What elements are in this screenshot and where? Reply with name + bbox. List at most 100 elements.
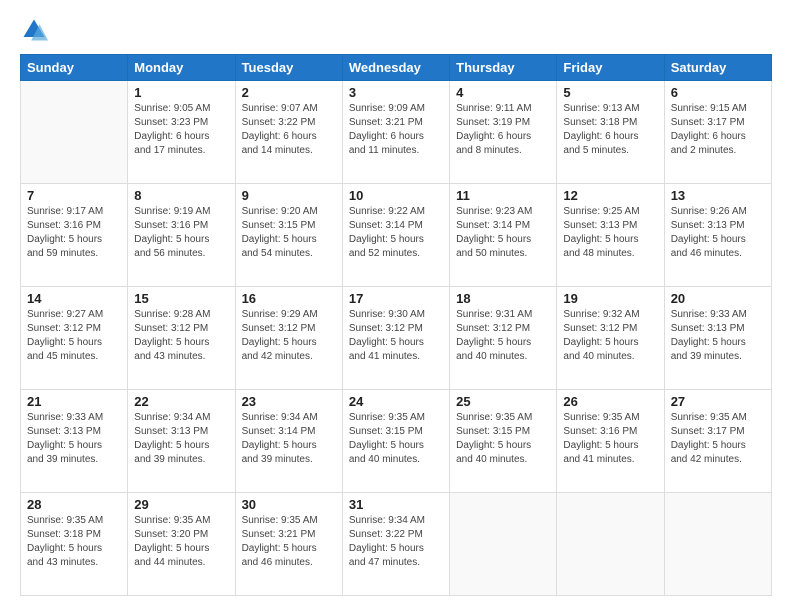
calendar-cell: 28 Sunrise: 9:35 AMSunset: 3:18 PMDayligh… bbox=[21, 493, 128, 596]
day-info: Sunrise: 9:17 AMSunset: 3:16 PMDaylight:… bbox=[27, 205, 121, 261]
day-info: Sunrise: 9:34 AMSunset: 3:13 PMDaylight:… bbox=[134, 411, 228, 467]
calendar-cell: 26 Sunrise: 9:35 AMSunset: 3:16 PMDayligh… bbox=[557, 390, 664, 493]
calendar-cell: 31 Sunrise: 9:34 AMSunset: 3:22 PMDayligh… bbox=[342, 493, 449, 596]
calendar-week-4: 28 Sunrise: 9:35 AMSunset: 3:18 PMDayligh… bbox=[21, 493, 772, 596]
day-info: Sunrise: 9:05 AMSunset: 3:23 PMDaylight:… bbox=[134, 102, 228, 158]
calendar-cell: 15Sunrise: 9:28 AMSunset: 3:12 PMDayligh… bbox=[128, 287, 235, 390]
day-info: Sunrise: 9:35 AMSunset: 3:21 PMDaylight:… bbox=[242, 514, 336, 570]
calendar-cell: 3 Sunrise: 9:09 AMSunset: 3:21 PMDaylight… bbox=[342, 81, 449, 184]
day-info: Sunrise: 9:33 AMSunset: 3:13 PMDaylight:… bbox=[671, 308, 765, 364]
calendar-cell: 24Sunrise: 9:35 AMSunset: 3:15 PMDayligh… bbox=[342, 390, 449, 493]
day-number: 14 bbox=[27, 291, 121, 306]
day-number: 17 bbox=[349, 291, 443, 306]
calendar-week-1: 7 Sunrise: 9:17 AMSunset: 3:16 PMDaylight… bbox=[21, 184, 772, 287]
calendar-cell: 8 Sunrise: 9:19 AMSunset: 3:16 PMDaylight… bbox=[128, 184, 235, 287]
calendar-week-3: 21 Sunrise: 9:33 AMSunset: 3:13 PMDayligh… bbox=[21, 390, 772, 493]
day-info: Sunrise: 9:23 AMSunset: 3:14 PMDaylight:… bbox=[456, 205, 550, 261]
day-info: Sunrise: 9:30 AMSunset: 3:12 PMDaylight:… bbox=[349, 308, 443, 364]
calendar-cell: 29 Sunrise: 9:35 AMSunset: 3:20 PMDayligh… bbox=[128, 493, 235, 596]
day-info: Sunrise: 9:13 AMSunset: 3:18 PMDaylight:… bbox=[563, 102, 657, 158]
day-number: 27 bbox=[671, 394, 765, 409]
calendar-cell bbox=[557, 493, 664, 596]
day-number: 3 bbox=[349, 85, 443, 100]
day-info: Sunrise: 9:27 AMSunset: 3:12 PMDaylight:… bbox=[27, 308, 121, 364]
day-info: Sunrise: 9:34 AMSunset: 3:14 PMDaylight:… bbox=[242, 411, 336, 467]
calendar-cell: 23 Sunrise: 9:34 AMSunset: 3:14 PMDayligh… bbox=[235, 390, 342, 493]
header-friday: Friday bbox=[557, 55, 664, 81]
calendar-cell bbox=[450, 493, 557, 596]
calendar-cell: 22 Sunrise: 9:34 AMSunset: 3:13 PMDayligh… bbox=[128, 390, 235, 493]
day-info: Sunrise: 9:32 AMSunset: 3:12 PMDaylight:… bbox=[563, 308, 657, 364]
day-number: 21 bbox=[27, 394, 121, 409]
day-info: Sunrise: 9:35 AMSunset: 3:20 PMDaylight:… bbox=[134, 514, 228, 570]
day-number: 18 bbox=[456, 291, 550, 306]
day-number: 5 bbox=[563, 85, 657, 100]
calendar-cell bbox=[664, 493, 771, 596]
calendar: SundayMondayTuesdayWednesdayThursdayFrid… bbox=[20, 54, 772, 596]
header-wednesday: Wednesday bbox=[342, 55, 449, 81]
day-number: 20 bbox=[671, 291, 765, 306]
header-thursday: Thursday bbox=[450, 55, 557, 81]
calendar-cell bbox=[21, 81, 128, 184]
day-info: Sunrise: 9:33 AMSunset: 3:13 PMDaylight:… bbox=[27, 411, 121, 467]
header bbox=[20, 16, 772, 44]
calendar-cell: 10 Sunrise: 9:22 AMSunset: 3:14 PMDayligh… bbox=[342, 184, 449, 287]
day-info: Sunrise: 9:35 AMSunset: 3:16 PMDaylight:… bbox=[563, 411, 657, 467]
day-number: 25 bbox=[456, 394, 550, 409]
calendar-week-0: 1 Sunrise: 9:05 AMSunset: 3:23 PMDaylight… bbox=[21, 81, 772, 184]
header-sunday: Sunday bbox=[21, 55, 128, 81]
day-number: 23 bbox=[242, 394, 336, 409]
calendar-cell: 12 Sunrise: 9:25 AMSunset: 3:13 PMDayligh… bbox=[557, 184, 664, 287]
day-number: 29 bbox=[134, 497, 228, 512]
calendar-cell: 17 Sunrise: 9:30 AMSunset: 3:12 PMDayligh… bbox=[342, 287, 449, 390]
calendar-cell: 14 Sunrise: 9:27 AMSunset: 3:12 PMDayligh… bbox=[21, 287, 128, 390]
day-number: 30 bbox=[242, 497, 336, 512]
day-number: 8 bbox=[134, 188, 228, 203]
day-info: Sunrise: 9:31 AMSunset: 3:12 PMDaylight:… bbox=[456, 308, 550, 364]
day-number: 16 bbox=[242, 291, 336, 306]
logo-icon bbox=[20, 16, 48, 44]
day-number: 24 bbox=[349, 394, 443, 409]
day-number: 26 bbox=[563, 394, 657, 409]
day-info: Sunrise: 9:22 AMSunset: 3:14 PMDaylight:… bbox=[349, 205, 443, 261]
day-info: Sunrise: 9:11 AMSunset: 3:19 PMDaylight:… bbox=[456, 102, 550, 158]
day-info: Sunrise: 9:25 AMSunset: 3:13 PMDaylight:… bbox=[563, 205, 657, 261]
header-saturday: Saturday bbox=[664, 55, 771, 81]
calendar-cell: 2 Sunrise: 9:07 AMSunset: 3:22 PMDaylight… bbox=[235, 81, 342, 184]
calendar-cell: 18 Sunrise: 9:31 AMSunset: 3:12 PMDayligh… bbox=[450, 287, 557, 390]
calendar-cell: 7 Sunrise: 9:17 AMSunset: 3:16 PMDaylight… bbox=[21, 184, 128, 287]
day-number: 15 bbox=[134, 291, 228, 306]
header-tuesday: Tuesday bbox=[235, 55, 342, 81]
calendar-cell: 21 Sunrise: 9:33 AMSunset: 3:13 PMDayligh… bbox=[21, 390, 128, 493]
day-info: Sunrise: 9:29 AMSunset: 3:12 PMDaylight:… bbox=[242, 308, 336, 364]
page: SundayMondayTuesdayWednesdayThursdayFrid… bbox=[0, 0, 792, 612]
day-number: 6 bbox=[671, 85, 765, 100]
day-number: 11 bbox=[456, 188, 550, 203]
day-number: 12 bbox=[563, 188, 657, 203]
day-number: 4 bbox=[456, 85, 550, 100]
day-number: 28 bbox=[27, 497, 121, 512]
calendar-cell: 16 Sunrise: 9:29 AMSunset: 3:12 PMDayligh… bbox=[235, 287, 342, 390]
day-number: 2 bbox=[242, 85, 336, 100]
day-number: 7 bbox=[27, 188, 121, 203]
day-number: 22 bbox=[134, 394, 228, 409]
calendar-cell: 1 Sunrise: 9:05 AMSunset: 3:23 PMDaylight… bbox=[128, 81, 235, 184]
calendar-cell: 4 Sunrise: 9:11 AMSunset: 3:19 PMDaylight… bbox=[450, 81, 557, 184]
day-number: 10 bbox=[349, 188, 443, 203]
day-number: 1 bbox=[134, 85, 228, 100]
calendar-cell: 9 Sunrise: 9:20 AMSunset: 3:15 PMDaylight… bbox=[235, 184, 342, 287]
logo bbox=[20, 16, 52, 44]
day-number: 31 bbox=[349, 497, 443, 512]
day-info: Sunrise: 9:35 AMSunset: 3:15 PMDaylight:… bbox=[456, 411, 550, 467]
day-info: Sunrise: 9:20 AMSunset: 3:15 PMDaylight:… bbox=[242, 205, 336, 261]
day-info: Sunrise: 9:09 AMSunset: 3:21 PMDaylight:… bbox=[349, 102, 443, 158]
day-info: Sunrise: 9:35 AMSunset: 3:18 PMDaylight:… bbox=[27, 514, 121, 570]
day-info: Sunrise: 9:34 AMSunset: 3:22 PMDaylight:… bbox=[349, 514, 443, 570]
day-info: Sunrise: 9:19 AMSunset: 3:16 PMDaylight:… bbox=[134, 205, 228, 261]
day-info: Sunrise: 9:35 AMSunset: 3:17 PMDaylight:… bbox=[671, 411, 765, 467]
calendar-cell: 11 Sunrise: 9:23 AMSunset: 3:14 PMDayligh… bbox=[450, 184, 557, 287]
day-info: Sunrise: 9:26 AMSunset: 3:13 PMDaylight:… bbox=[671, 205, 765, 261]
day-number: 9 bbox=[242, 188, 336, 203]
day-info: Sunrise: 9:07 AMSunset: 3:22 PMDaylight:… bbox=[242, 102, 336, 158]
calendar-cell: 19Sunrise: 9:32 AMSunset: 3:12 PMDayligh… bbox=[557, 287, 664, 390]
